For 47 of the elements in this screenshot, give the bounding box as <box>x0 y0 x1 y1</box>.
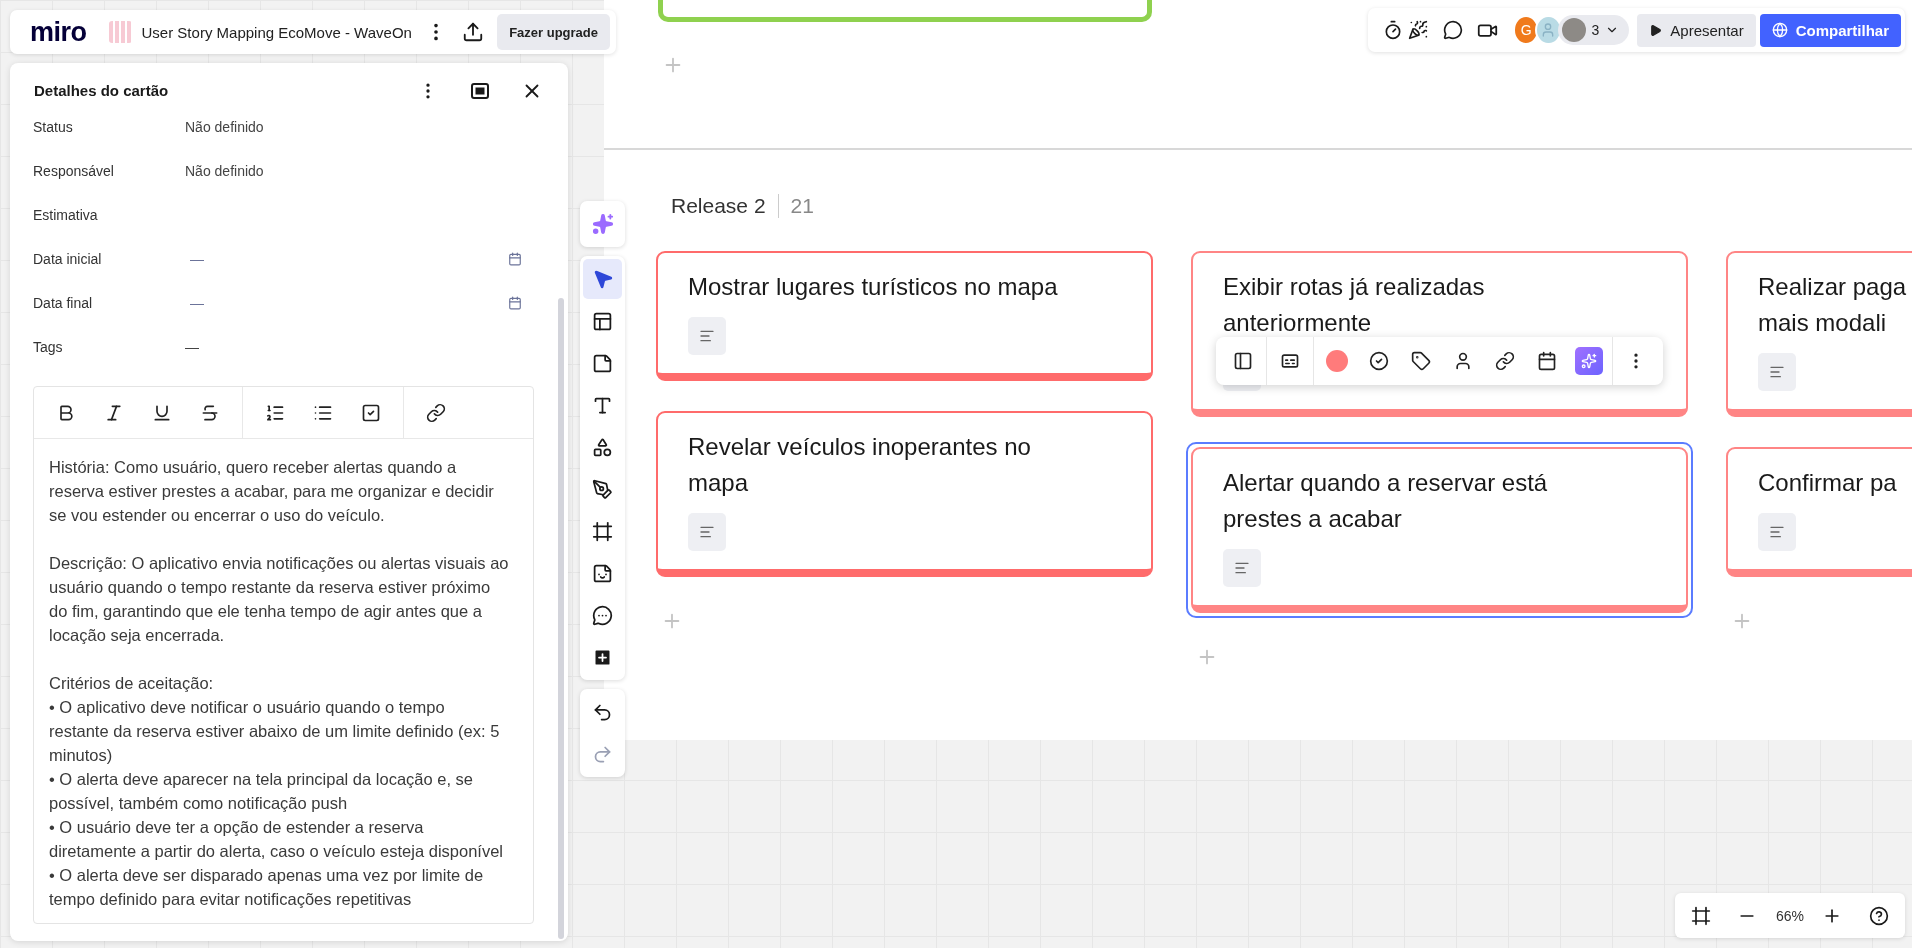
field-label: Data final <box>33 295 94 311</box>
release-title: Release 2 <box>671 194 766 218</box>
board-thumbnail <box>108 21 132 43</box>
description-icon[interactable] <box>1758 353 1796 391</box>
play-icon <box>1649 23 1663 37</box>
field-value[interactable]: — <box>190 295 508 311</box>
select-pointer-icon[interactable] <box>583 259 622 299</box>
description-icon[interactable] <box>1758 513 1796 551</box>
globe-icon <box>1771 22 1788 38</box>
description-paragraph: Critérios de aceitação: • O aplicativo deve notificar o usuário quando o tempo restante da reserva estiver abaixo de um limite definido (ex: 5 minutos) • O alerta deve aparecer na tela principal da locação e, se possível, também como notificação push • O usuário deve ter a opção de estender a reserva diretamente a partir do alerta, caso o veículo esteja disponível • O alerta deve ser disparado apenas uma vez por limite de tempo definido para evitar notificações repetitivas <box>49 673 504 910</box>
logo[interactable]: miro <box>30 16 87 48</box>
field-value[interactable]: Não definido <box>185 163 534 179</box>
field-value[interactable]: — <box>185 339 534 355</box>
field-label: Estimativa <box>33 207 99 223</box>
field-value[interactable]: — <box>190 251 508 267</box>
card-title: Exibir rotas já realizadas anteriormente <box>1223 272 1486 338</box>
present-button[interactable]: Apresentar <box>1637 13 1756 47</box>
description-editor[interactable] <box>33 386 534 924</box>
card-title: Revelar veículos inoperantes no mapa <box>688 432 1032 498</box>
field-label: Tags <box>33 339 64 355</box>
field-label: Responsável <box>33 163 115 179</box>
avatar-circle <box>1561 18 1586 42</box>
description-paragraph: Descrição: O aplicativo envia notificações ou alertas visuais ao usuário quando o tempo restante da reserva estiver próximo do fim, garantindo que ele tenha tempo de agir antes que a locação seja encerrada. <box>49 553 510 646</box>
description-icon[interactable] <box>688 317 726 355</box>
share-button[interactable]: Compartilhar <box>1759 13 1902 47</box>
description-icon[interactable] <box>1223 549 1261 587</box>
story-card[interactable]: Realizar paga mais modali <box>1726 251 1912 417</box>
board-title[interactable]: User Story Mapping EcoMove - WaveOn <box>141 23 412 41</box>
story-card[interactable]: Revelar veículos inoperantes no mapa <box>656 411 1153 577</box>
panel-title: Detalhes do cartão <box>34 82 170 99</box>
field-label: Status <box>33 119 74 135</box>
zoom-level: 66% <box>1775 907 1804 924</box>
collaborators-button[interactable]: 3 <box>1557 15 1630 45</box>
upgrade-button[interactable]: Fazer upgrade <box>497 14 610 50</box>
field-value[interactable]: Não definido <box>185 119 534 135</box>
release-count: 21 <box>777 194 814 218</box>
story-card[interactable]: Mostrar lugares turísticos no mapa <box>656 251 1153 381</box>
field-label: Data inicial <box>33 251 103 267</box>
description-paragraph: História: Como usuário, quero receber alertas quando a reserva estiver prestes a acabar, para me organizar e decidir se vou estender ou encerrar o uso do veículo. <box>49 457 495 526</box>
description-icon[interactable] <box>688 513 726 551</box>
card-title: Alertar quando a reservar está prestes a acabar <box>1223 468 1549 534</box>
story-card[interactable]: Alertar quando a reservar está prestes a acabar <box>1191 447 1688 613</box>
story-card[interactable]: Confirmar pa <box>1726 447 1912 577</box>
card-title: Mostrar lugares turísticos no mapa <box>688 272 1059 302</box>
card-title: Realizar paga mais modali <box>1758 272 1908 338</box>
scrollbar-thumb[interactable] <box>558 298 564 939</box>
card-title: Confirmar pa <box>1758 468 1898 498</box>
